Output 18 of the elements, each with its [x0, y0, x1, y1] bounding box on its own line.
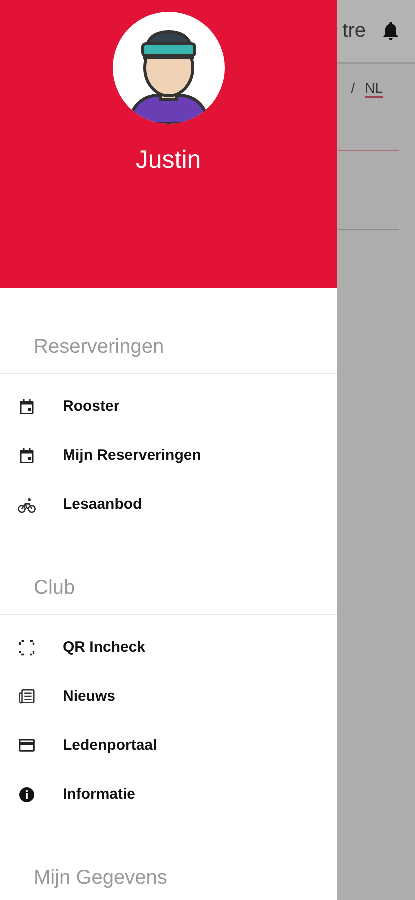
- section-title: Reserveringen: [0, 336, 337, 374]
- menu-item[interactable]: Mijn Reserveringen: [0, 431, 337, 480]
- section-title: Mijn Gegevens: [0, 867, 337, 900]
- menu-item[interactable]: QR Incheck: [0, 623, 337, 672]
- newspaper-icon: [17, 687, 37, 706]
- menu-item[interactable]: Nieuws: [0, 672, 337, 721]
- scan-frame-icon: [17, 638, 37, 656]
- menu-item[interactable]: Rooster: [0, 382, 337, 431]
- section-title: Club: [0, 577, 337, 615]
- language-link[interactable]: NL: [365, 80, 383, 98]
- language-separator: /: [351, 80, 356, 98]
- page-title: tre: [342, 20, 366, 42]
- user-name: Justin: [136, 146, 202, 175]
- menu-item[interactable]: Ledenportaal: [0, 721, 337, 770]
- info-icon: [17, 786, 37, 804]
- credit-card-icon: [17, 736, 37, 755]
- menu-item[interactable]: Lesaanbod: [0, 480, 337, 529]
- menu-item[interactable]: Informatie: [0, 770, 337, 819]
